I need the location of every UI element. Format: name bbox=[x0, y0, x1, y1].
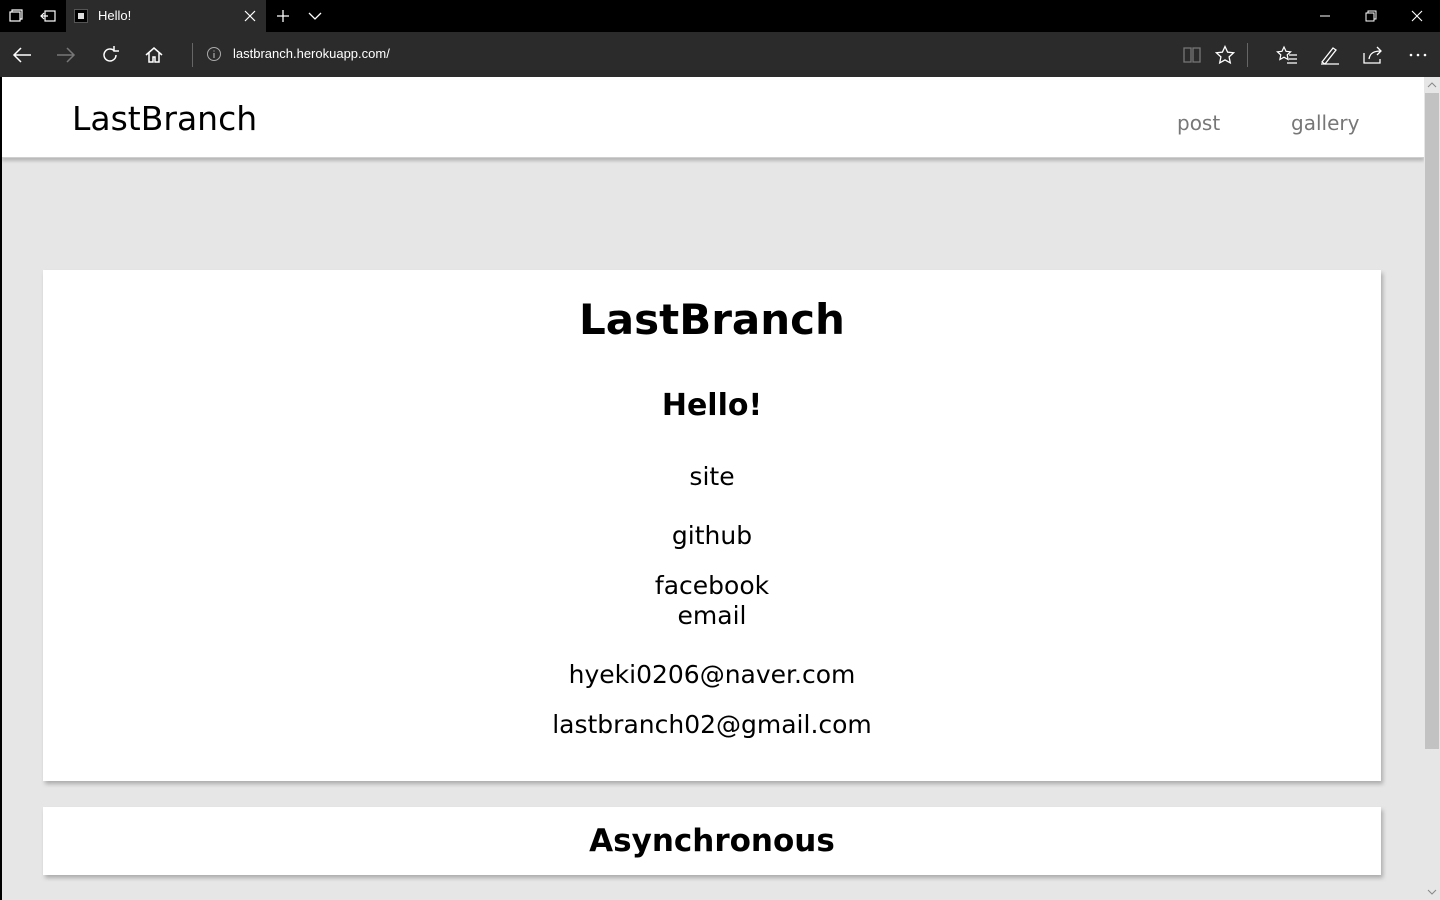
page-viewport: LastBranch post gallery LastBranch Hello… bbox=[2, 77, 1424, 900]
add-favorite-star-icon[interactable] bbox=[1203, 32, 1247, 77]
close-tab-icon[interactable] bbox=[240, 6, 260, 26]
toolbar-separator bbox=[1247, 43, 1248, 67]
site-header: LastBranch post gallery bbox=[2, 77, 1424, 158]
home-icon[interactable] bbox=[132, 32, 176, 77]
address-separator bbox=[192, 43, 193, 67]
tab-bar: Hello! bbox=[0, 0, 1440, 32]
minimize-icon[interactable] bbox=[1306, 0, 1344, 32]
scroll-down-arrow-icon[interactable] bbox=[1424, 885, 1440, 899]
refresh-icon[interactable] bbox=[88, 32, 132, 77]
site-favicon-icon bbox=[74, 9, 88, 23]
tab-preview-chevron-down-icon[interactable] bbox=[304, 0, 326, 32]
tab-title: Hello! bbox=[98, 8, 132, 23]
facebook-link[interactable]: facebook bbox=[43, 571, 1381, 600]
github-link[interactable]: github bbox=[43, 521, 1381, 550]
forward-arrow-icon[interactable] bbox=[44, 32, 88, 77]
tab-manager-icon[interactable] bbox=[4, 0, 28, 32]
nav-link-post[interactable]: post bbox=[1177, 111, 1220, 135]
web-note-pen-icon[interactable] bbox=[1308, 32, 1352, 77]
email-address-1: hyeki0206@naver.com bbox=[568, 660, 856, 689]
share-icon[interactable] bbox=[1351, 32, 1395, 77]
asynchronous-card: Asynchronous bbox=[43, 807, 1381, 875]
more-options-icon[interactable] bbox=[1396, 32, 1440, 77]
scroll-up-arrow-icon[interactable] bbox=[1424, 78, 1440, 92]
new-tab-icon[interactable] bbox=[272, 0, 294, 32]
tab-active[interactable]: Hello! bbox=[66, 0, 266, 32]
favorites-hub-icon[interactable] bbox=[1265, 32, 1309, 77]
url-field[interactable]: lastbranch.herokuapp.com/ bbox=[233, 46, 390, 61]
email-label: email bbox=[677, 601, 747, 630]
email-address-2: lastbranch02@gmail.com bbox=[552, 710, 872, 739]
site-brand-logo[interactable]: LastBranch bbox=[72, 99, 257, 138]
address-bar: lastbranch.herokuapp.com/ bbox=[0, 32, 1440, 77]
profile-card: LastBranch Hello! site github facebook e… bbox=[43, 270, 1381, 781]
close-window-icon[interactable] bbox=[1398, 0, 1436, 32]
back-arrow-icon[interactable] bbox=[0, 32, 44, 77]
site-link[interactable]: site bbox=[43, 462, 1381, 491]
asynchronous-title: Asynchronous bbox=[589, 823, 835, 859]
set-tabs-aside-icon[interactable] bbox=[36, 0, 60, 32]
site-info-icon[interactable] bbox=[206, 46, 222, 62]
page-scrollbar[interactable] bbox=[1424, 77, 1440, 900]
scrollbar-thumb[interactable] bbox=[1425, 93, 1439, 749]
restore-icon[interactable] bbox=[1352, 0, 1390, 32]
nav-link-gallery[interactable]: gallery bbox=[1291, 111, 1359, 135]
card-title: LastBranch bbox=[579, 295, 845, 344]
greeting-heading: Hello! bbox=[661, 388, 763, 423]
